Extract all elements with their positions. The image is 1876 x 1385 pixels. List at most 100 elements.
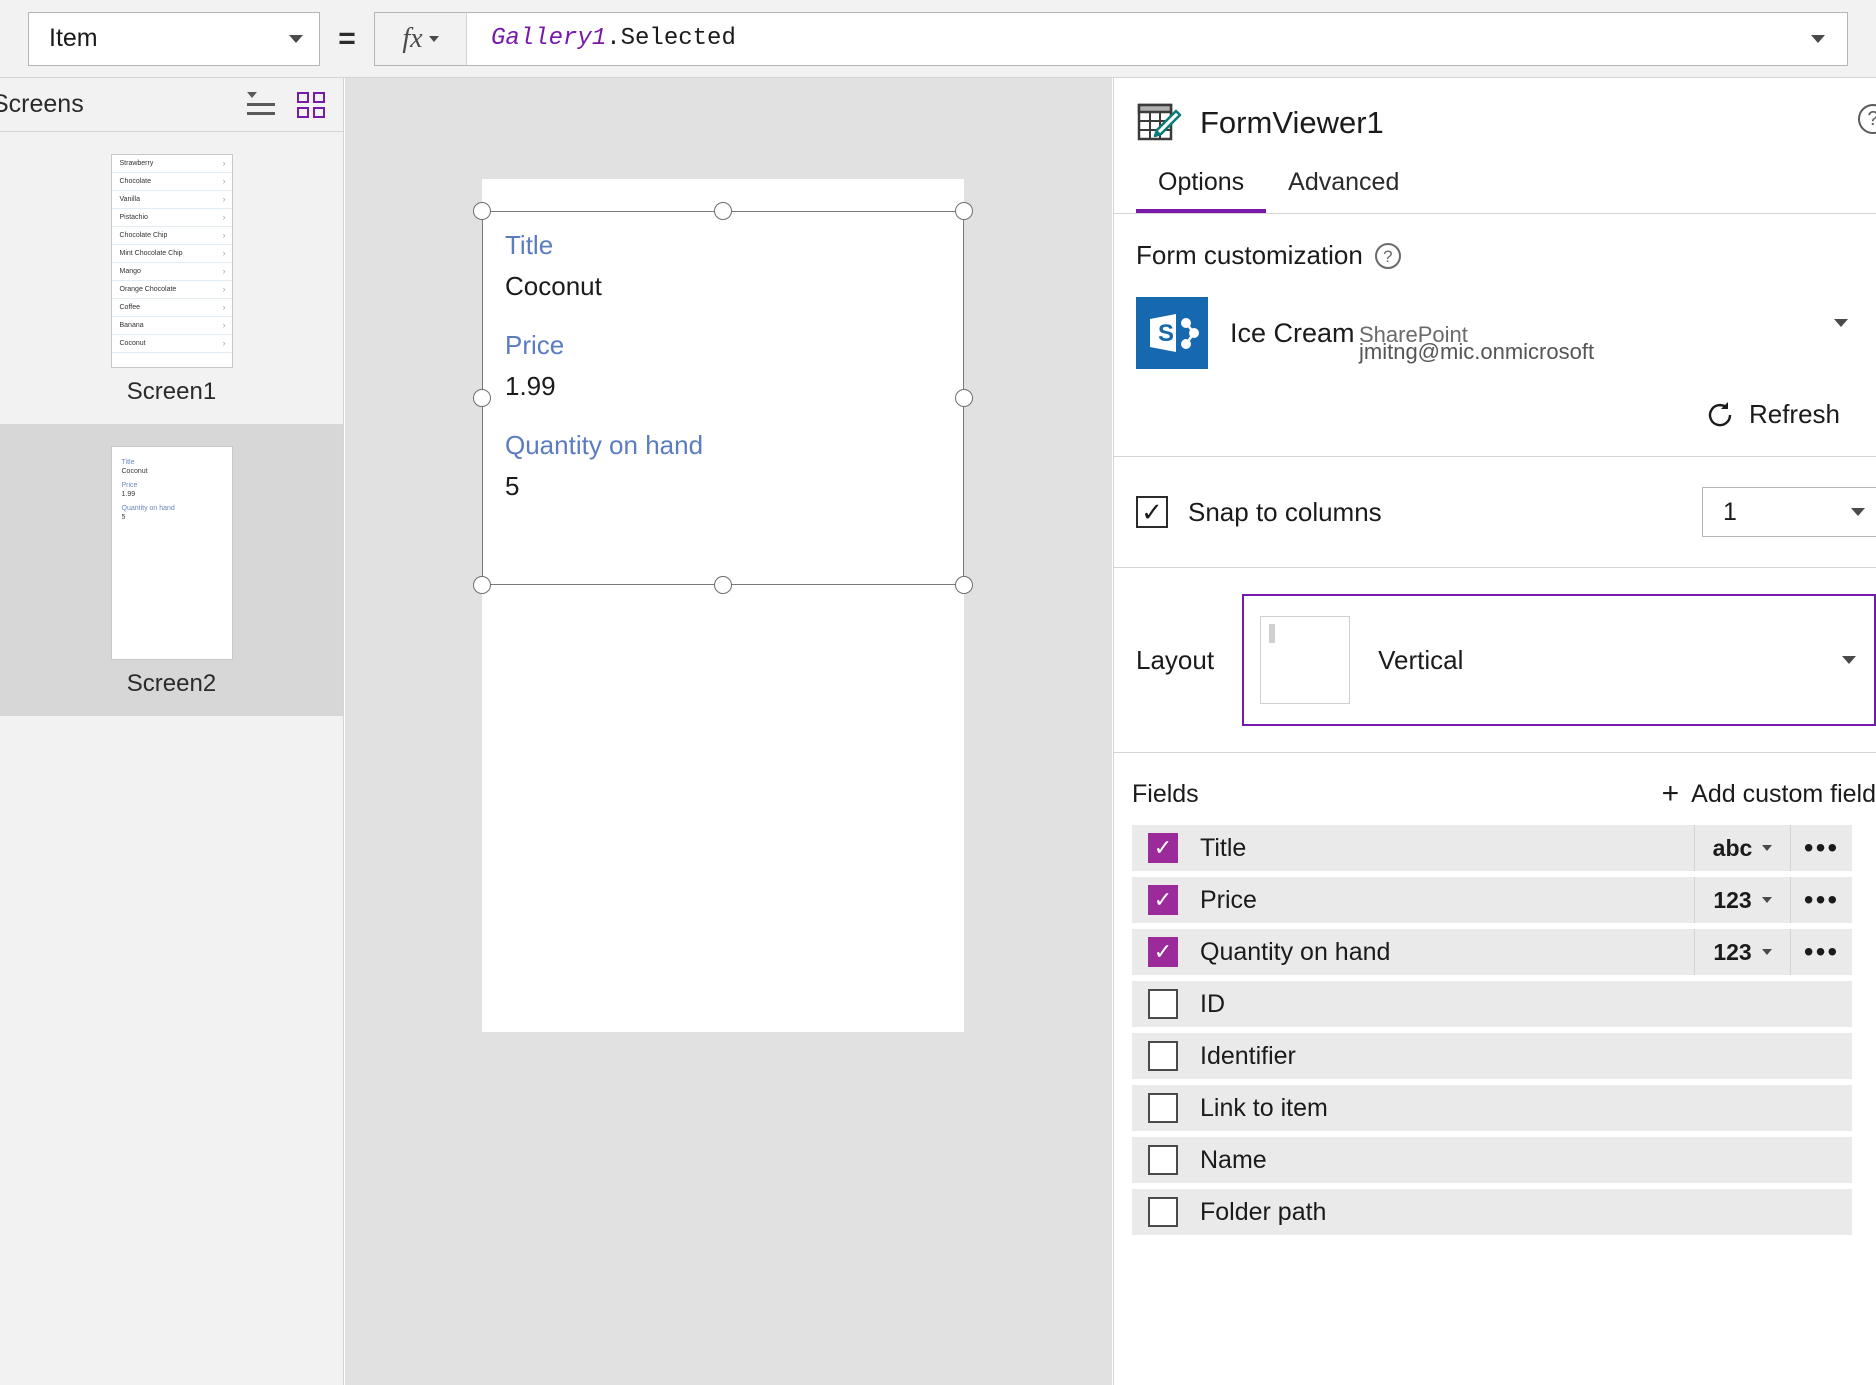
field-checkbox[interactable] [1148, 937, 1178, 967]
resize-handle-top-left[interactable] [473, 202, 491, 220]
field-row-name[interactable]: Name [1132, 1137, 1852, 1183]
gallery-row: Chocolate Chip › [111, 227, 232, 245]
field-checkbox[interactable] [1148, 885, 1178, 915]
gallery-row: Strawberry › [111, 155, 232, 173]
field-row-price[interactable]: Price 123 ••• [1132, 877, 1852, 923]
form-field-value: Coconut [121, 468, 148, 475]
field-name: Folder path [1200, 1197, 1327, 1226]
gallery-row-label: Coffee [119, 304, 141, 311]
field-row-quantity-on-hand[interactable]: Quantity on hand 123 ••• [1132, 929, 1852, 975]
refresh-button[interactable]: Refresh [1136, 369, 1854, 456]
gallery-row: Vanilla › [111, 191, 232, 209]
fields-title: Fields [1132, 779, 1199, 808]
layout-row: Layout Vertical [1114, 568, 1876, 752]
field-row-title[interactable]: Title abc ••• [1132, 825, 1852, 871]
field-checkbox[interactable] [1148, 833, 1178, 863]
field-row-folder-path[interactable]: Folder path [1132, 1189, 1852, 1235]
tree-view-icon[interactable] [247, 91, 275, 116]
field-checkbox[interactable] [1148, 1145, 1178, 1175]
fx-button[interactable]: fx [375, 12, 467, 65]
thumbnail-view-icon[interactable] [297, 91, 325, 118]
resize-handle-bottom-right[interactable] [955, 576, 973, 594]
snap-to-columns-checkbox[interactable] [1136, 496, 1168, 528]
resize-handle-middle-right[interactable] [955, 389, 973, 407]
chevron-right-icon: › [222, 212, 226, 222]
formula-expand-chevron-icon[interactable] [1811, 34, 1825, 43]
screens-panel-title: Screens [0, 90, 84, 118]
gallery-row-label: Banana [119, 322, 144, 329]
formula-input[interactable]: fx Gallery1.Selected [374, 11, 1848, 66]
svg-text:S: S [1158, 320, 1174, 347]
chevron-right-icon: › [222, 230, 226, 240]
add-custom-field-button[interactable]: + Add custom field [1662, 779, 1876, 809]
canvas-field-label-quantity: Quantity on hand [505, 430, 704, 460]
field-name: Identifier [1200, 1041, 1296, 1070]
property-dropdown[interactable]: Item [28, 11, 320, 66]
field-checkbox[interactable] [1148, 989, 1178, 1019]
resize-handle-bottom-center[interactable] [714, 576, 732, 594]
field-name: ID [1200, 989, 1225, 1018]
formula-rest: .Selected [606, 25, 736, 52]
gallery-row-label: Strawberry [119, 160, 154, 167]
field-type-dropdown[interactable]: 123 [1694, 877, 1790, 923]
field-more-menu-icon[interactable]: ••• [1790, 825, 1852, 871]
screen-thumbnail-screen2[interactable]: Title Coconut Price 1.99 Quantity on han… [0, 424, 343, 716]
properties-panel-header: FormViewer1 ? [1114, 78, 1876, 146]
field-more-menu-icon[interactable]: ••• [1790, 929, 1852, 975]
data-source-row[interactable]: S Ice Cream jmitng@mic.onmicrosoft Share… [1136, 297, 1854, 369]
columns-count-value: 1 [1723, 497, 1737, 526]
chevron-down-icon [1761, 949, 1772, 955]
field-row-identifier[interactable]: Identifier [1132, 1033, 1852, 1079]
canvas-field-label-price: Price [505, 330, 565, 360]
chevron-down-icon [428, 35, 439, 42]
field-type-dropdown[interactable]: 123 [1694, 929, 1790, 975]
field-row-link-to-item[interactable]: Link to item [1132, 1085, 1852, 1131]
resize-handle-middle-left[interactable] [473, 389, 491, 407]
gallery-row-label: Pistachio [119, 214, 148, 221]
field-checkbox[interactable] [1148, 1041, 1178, 1071]
columns-count-dropdown[interactable]: 1 [1702, 487, 1876, 537]
help-icon[interactable]: ? [1858, 104, 1876, 134]
tab-options[interactable]: Options [1136, 164, 1267, 213]
chevron-down-icon [1761, 897, 1772, 903]
field-more-menu-icon[interactable]: ••• [1790, 877, 1852, 923]
gallery-row: Chocolate › [111, 173, 232, 191]
resize-handle-top-center[interactable] [714, 202, 732, 220]
field-row-id[interactable]: ID [1132, 981, 1852, 1027]
resize-handle-bottom-left[interactable] [473, 576, 491, 594]
field-name: Name [1200, 1145, 1267, 1174]
chevron-right-icon: › [222, 158, 226, 168]
resize-handle-top-right[interactable] [955, 202, 973, 220]
chevron-right-icon: › [222, 248, 226, 258]
tab-advanced[interactable]: Advanced [1266, 164, 1421, 213]
gallery-row-label: Chocolate Chip [119, 232, 168, 239]
field-name: Title [1200, 833, 1247, 862]
field-type-label: 123 [1713, 886, 1752, 913]
field-checkbox[interactable] [1148, 1093, 1178, 1123]
gallery-row-label: Vanilla [119, 196, 141, 203]
field-name: Link to item [1200, 1093, 1328, 1122]
formula-text[interactable]: Gallery1.Selected [467, 25, 1811, 52]
properties-panel-title: FormViewer1 [1200, 105, 1384, 140]
help-icon[interactable]: ? [1374, 242, 1401, 269]
field-name: Quantity on hand [1200, 937, 1391, 966]
chevron-right-icon: › [222, 320, 226, 330]
chevron-right-icon: › [222, 338, 226, 348]
screen-thumbnail-screen1[interactable]: Strawberry › Chocolate › Vanilla › Pista… [0, 132, 343, 424]
gallery-row-label: Mango [119, 268, 141, 275]
canvas-field-value-title: Coconut [505, 271, 602, 301]
field-type-dropdown[interactable]: abc [1694, 825, 1790, 871]
snap-to-columns-label: Snap to columns [1188, 496, 1382, 527]
chevron-down-icon [1762, 845, 1773, 851]
chevron-down-icon[interactable] [1834, 319, 1848, 327]
field-checkbox[interactable] [1148, 1197, 1178, 1227]
sharepoint-icon: S [1136, 297, 1208, 369]
canvas-field-value-quantity: 5 [505, 471, 520, 501]
form-field-value: 1.99 [121, 491, 136, 498]
gallery-row-label: Orange Chocolate [119, 286, 177, 293]
plus-icon: + [1661, 777, 1680, 810]
field-type-label: 123 [1713, 938, 1752, 965]
layout-dropdown[interactable]: Vertical [1242, 594, 1876, 726]
form-field-value: 5 [121, 514, 126, 521]
gallery-row: Pistachio › [111, 209, 232, 227]
